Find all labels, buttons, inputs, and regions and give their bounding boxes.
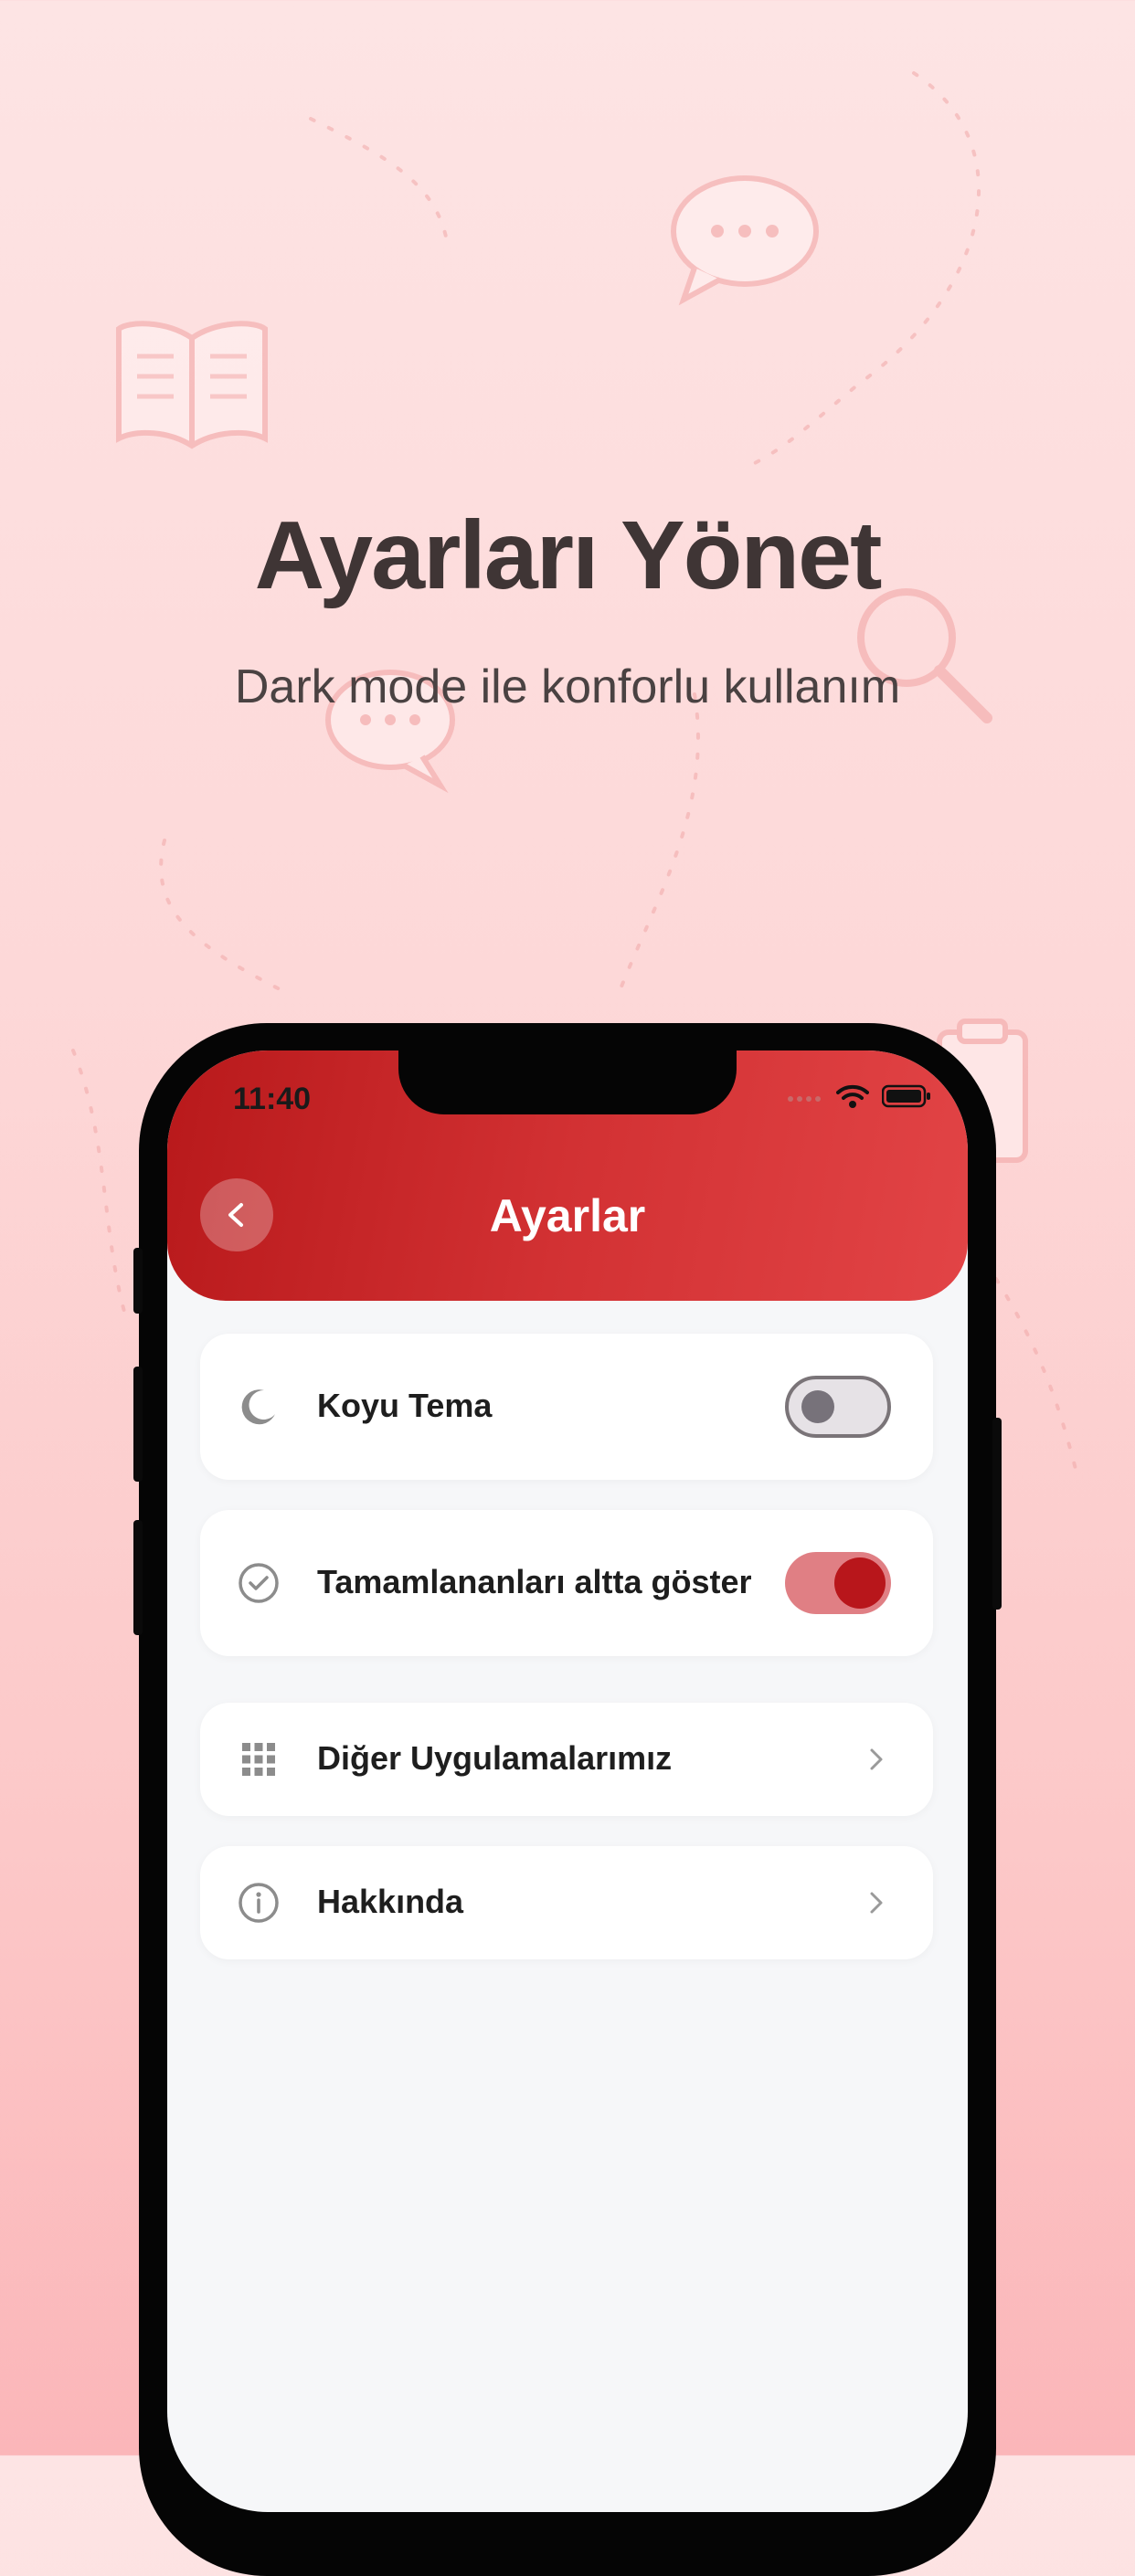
grid-icon	[242, 1743, 275, 1776]
phone-volume-up-button	[133, 1367, 143, 1482]
setting-other-apps-label: Diğer Uygulamalarımız	[317, 1739, 673, 1777]
setting-completed-bottom: Tamamlananları altta göster	[200, 1510, 933, 1656]
info-icon	[239, 1883, 279, 1923]
setting-about[interactable]: Hakkında	[200, 1846, 933, 1959]
app-header: 11:40 Ayarlar	[167, 1050, 968, 1301]
setting-completed-bottom-label: Tamamlananları altta göster	[317, 1563, 752, 1600]
status-time: 11:40	[233, 1082, 312, 1116]
phone-notch	[398, 1050, 737, 1114]
phone-volume-down-button	[133, 1520, 143, 1635]
cellular-signal-icon	[788, 1096, 821, 1102]
moon-icon	[241, 1389, 275, 1425]
phone-power-button	[992, 1418, 1002, 1610]
battery-icon	[882, 1084, 930, 1108]
app-screen: 11:40 Ayarlar Koyu Tema Tamamlananları a…	[167, 1050, 968, 2512]
toggle-knob	[834, 1557, 886, 1609]
chevron-right-icon	[870, 1748, 883, 1770]
hero-subtitle: Dark mode ile konforlu kullanım	[234, 660, 901, 713]
setting-about-label: Hakkında	[317, 1883, 464, 1920]
hero-title: Ayarları Yönet	[254, 501, 883, 609]
wifi-icon	[836, 1084, 869, 1108]
toggle-knob	[801, 1390, 834, 1423]
completed-bottom-toggle[interactable]	[785, 1552, 891, 1614]
setting-dark-theme: Koyu Tema	[200, 1334, 933, 1480]
page-title: Ayarlar	[489, 1190, 646, 1241]
phone-side-button	[133, 1248, 143, 1314]
setting-other-apps[interactable]: Diğer Uygulamalarımız	[200, 1703, 933, 1816]
check-circle-icon	[239, 1563, 279, 1603]
status-icons	[787, 1083, 931, 1109]
chevron-right-icon	[870, 1892, 883, 1914]
dark-theme-toggle[interactable]	[785, 1376, 891, 1438]
setting-dark-theme-label: Koyu Tema	[317, 1387, 493, 1424]
